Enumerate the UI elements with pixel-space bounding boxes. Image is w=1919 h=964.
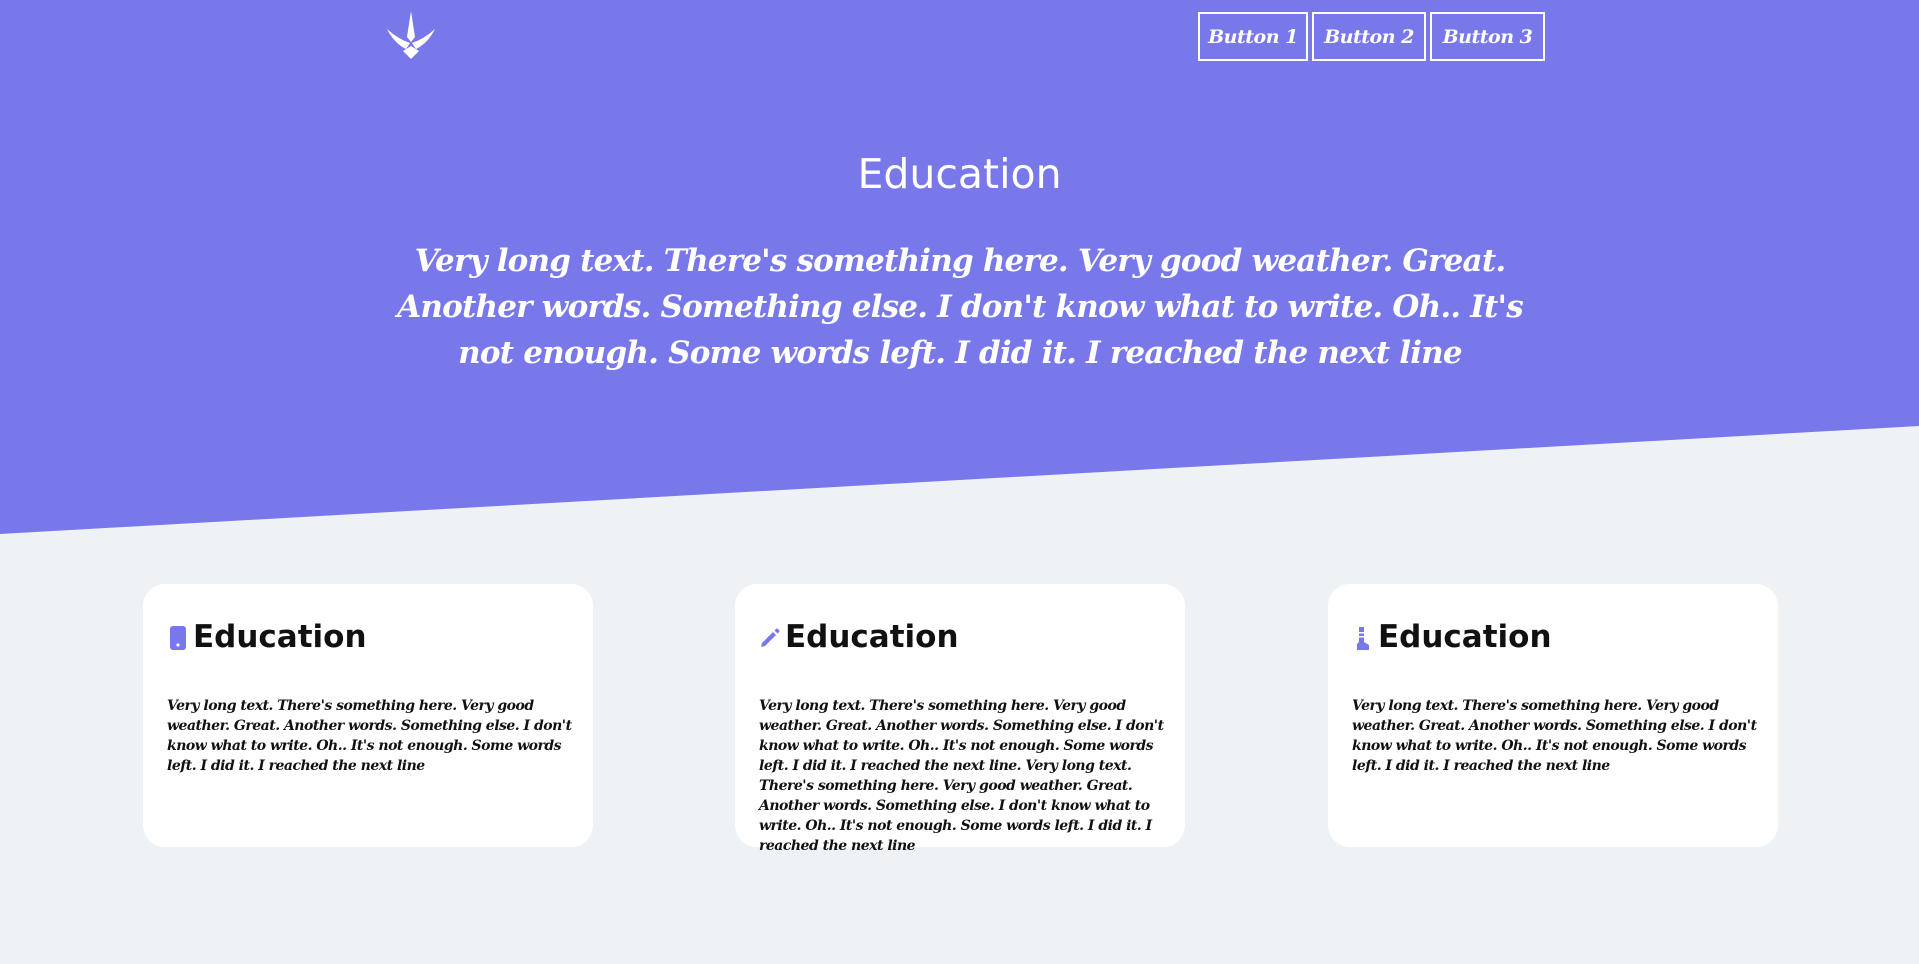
card-header: Education [167,622,367,653]
hero-title: Education [857,150,1062,198]
card-text: Very long text. There's something here. … [759,698,1164,854]
bird-logo-icon[interactable] [384,9,438,61]
top-nav: Button 1 Button 2 Button 3 [1198,12,1545,61]
card-title: Education [1378,619,1552,655]
page: Button 1 Button 2 Button 3 Education Ver… [0,0,1919,964]
button-2[interactable]: Button 2 [1312,12,1426,61]
card-text: Very long text. There's something here. … [167,698,572,774]
card-2: Education Very long text. There's someth… [735,584,1185,854]
mobile-phone-icon [167,624,189,652]
hero-text: Very long text. There's something here. … [397,243,1524,371]
button-1[interactable]: Button 1 [1198,12,1308,61]
card-3: Education Very long text. There's someth… [1328,584,1778,847]
button-3[interactable]: Button 3 [1430,12,1545,61]
boot-icon [1352,624,1374,652]
card-title: Education [785,619,959,655]
card-header: Education [759,622,959,653]
card-text: Very long text. There's something here. … [1352,698,1757,774]
card-header: Education [1352,622,1552,653]
pencil-icon [759,624,781,652]
card-title: Education [193,619,367,655]
card-1: Education Very long text. There's someth… [143,584,593,847]
